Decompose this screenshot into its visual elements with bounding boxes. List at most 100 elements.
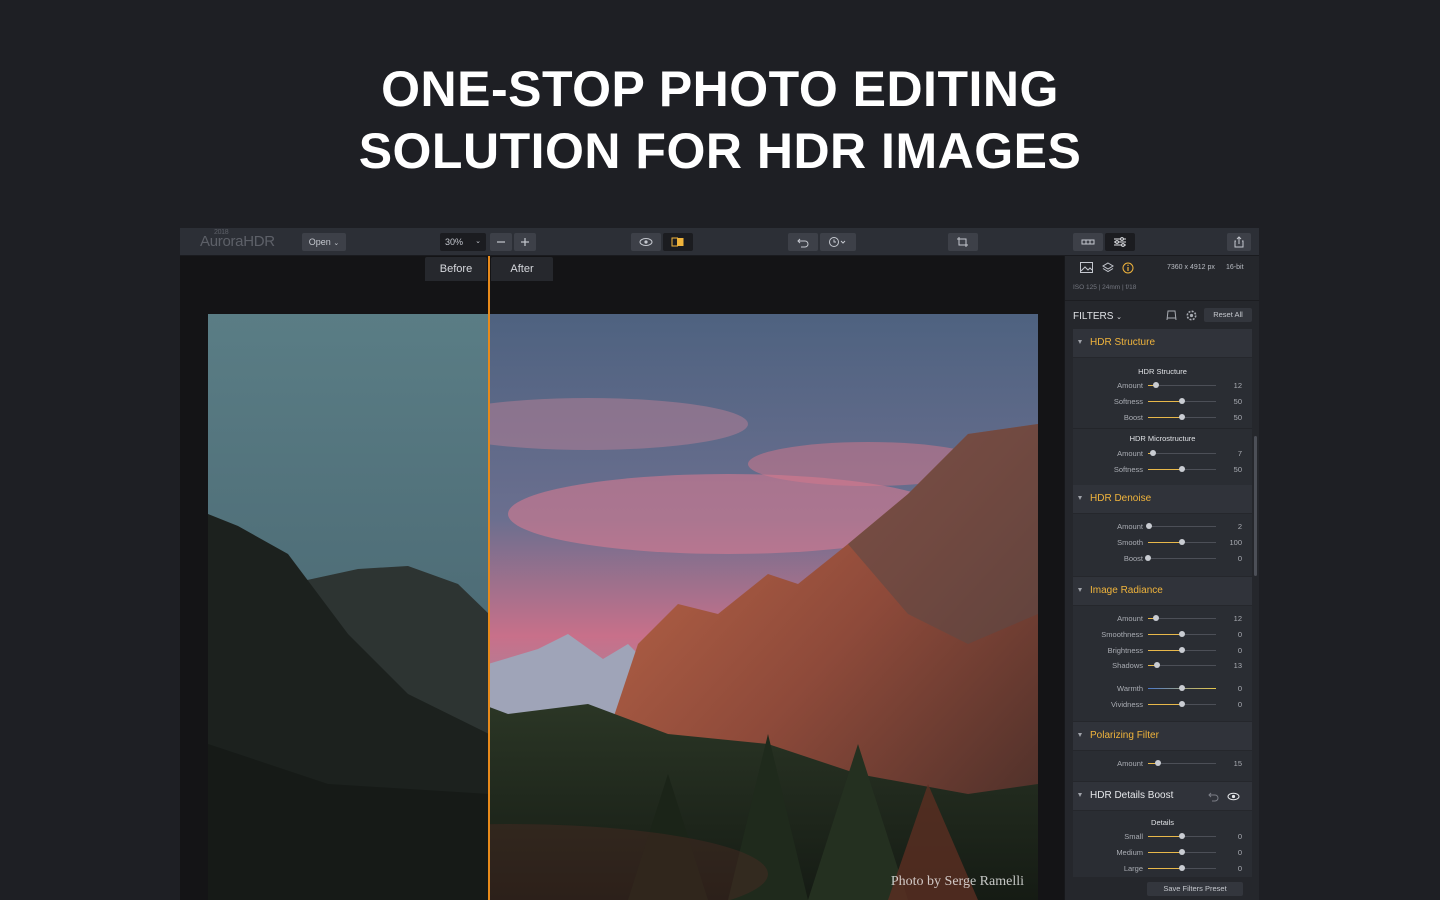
slider-structure-softness[interactable]: Softness 50 — [1073, 395, 1252, 407]
slider-details-medium[interactable]: Medium 0 — [1073, 846, 1252, 858]
filmstrip-icon — [1081, 239, 1095, 245]
slider-radiance-warmth[interactable]: Warmth 0 — [1073, 682, 1252, 694]
reset-all-button[interactable]: Reset All — [1204, 308, 1252, 322]
slider-knob[interactable] — [1179, 414, 1185, 420]
slider-knob[interactable] — [1179, 701, 1185, 707]
slider-structure-boost[interactable]: Boost 50 — [1073, 411, 1252, 423]
slider-denoise-smooth[interactable]: Smooth 100 — [1073, 536, 1252, 548]
compare-icon — [671, 237, 684, 247]
gear-icon[interactable] — [1186, 310, 1197, 321]
slider-knob[interactable] — [1149, 450, 1156, 456]
compare-divider[interactable] — [488, 256, 490, 900]
slider-value: 13 — [1233, 661, 1242, 670]
section-polarizing-header[interactable]: Polarizing Filter — [1073, 722, 1252, 750]
slider-label: Boost — [1123, 554, 1143, 563]
info-icon[interactable] — [1122, 262, 1134, 274]
slider-value: 50 — [1233, 413, 1242, 422]
adjustments-button[interactable] — [1105, 233, 1135, 251]
slider-radiance-vividness[interactable]: Vividness 0 — [1073, 698, 1252, 710]
eye-icon[interactable] — [1227, 791, 1240, 802]
slider-radiance-brightness[interactable]: Brightness 0 — [1073, 644, 1252, 656]
filmstrip-button[interactable] — [1073, 233, 1103, 251]
slider-knob[interactable] — [1179, 865, 1185, 871]
slider-knob[interactable] — [1179, 398, 1185, 404]
slider-knob[interactable] — [1179, 849, 1185, 855]
image-canvas[interactable]: Before After Photo by Serge Ramelli — [180, 256, 1064, 900]
slider-denoise-boost[interactable]: Boost 0 — [1073, 552, 1252, 564]
section-hdr-structure-header[interactable]: HDR Structure — [1073, 329, 1252, 357]
slider-details-large[interactable]: Large 0 — [1073, 862, 1252, 874]
mask-icon[interactable] — [1166, 310, 1177, 321]
zoom-in-button[interactable] — [514, 233, 536, 251]
slider-value: 0 — [1237, 646, 1242, 655]
zoom-out-icon — [497, 241, 505, 243]
slider-structure-amount[interactable]: Amount 12 — [1073, 379, 1252, 391]
open-label: Open — [308, 237, 331, 247]
compare-button[interactable] — [663, 233, 693, 251]
slider-knob[interactable] — [1153, 382, 1160, 388]
reset-icon[interactable] — [1208, 791, 1219, 802]
slider-track[interactable] — [1148, 558, 1216, 559]
slider-denoise-amount[interactable]: Amount 2 — [1073, 520, 1252, 532]
zoom-select[interactable]: 30% ⌄ — [440, 233, 486, 251]
crop-button[interactable] — [948, 233, 978, 251]
after-tab[interactable]: After — [491, 257, 553, 281]
bit-depth: 16-bit — [1226, 264, 1244, 271]
slider-knob[interactable] — [1153, 615, 1160, 621]
slider-knob[interactable] — [1179, 647, 1185, 653]
open-button[interactable]: Open ⌄ — [302, 233, 346, 251]
slider-value: 0 — [1237, 864, 1242, 873]
section-title: HDR Structure — [1090, 337, 1156, 348]
slider-knob[interactable] — [1179, 539, 1185, 545]
slider-track[interactable] — [1148, 526, 1216, 527]
section-polarizing-body: Amount 15 — [1073, 751, 1252, 781]
preview-button[interactable] — [631, 233, 661, 251]
slider-knob[interactable] — [1146, 523, 1153, 529]
crop-icon — [957, 237, 968, 247]
slider-label: Amount — [1117, 381, 1143, 390]
slider-polarizing-amount[interactable]: Amount 15 — [1073, 757, 1252, 769]
undo-button[interactable] — [788, 233, 818, 251]
slider-fill — [1148, 401, 1182, 402]
slider-knob[interactable] — [1179, 466, 1185, 472]
slider-micro-amount[interactable]: Amount 7 — [1073, 447, 1252, 459]
photo-credit: Photo by Serge Ramelli — [890, 874, 1024, 889]
chevron-down-icon: ⌄ — [333, 240, 340, 247]
slider-knob[interactable] — [1155, 760, 1162, 766]
slider-value: 0 — [1237, 630, 1242, 639]
slider-micro-softness[interactable]: Softness 50 — [1073, 463, 1252, 475]
slider-label: Brightness — [1107, 646, 1143, 655]
save-filters-preset-button[interactable]: Save Filters Preset — [1147, 882, 1243, 896]
slider-radiance-amount[interactable]: Amount 12 — [1073, 612, 1252, 624]
slider-radiance-smoothness[interactable]: Smoothness 0 — [1073, 628, 1252, 640]
app-logo: 2018 AuroraHDR — [200, 229, 275, 250]
zoom-out-button[interactable] — [490, 233, 512, 251]
before-tab[interactable]: Before — [425, 257, 487, 281]
app-window: 2018 AuroraHDR Open ⌄ 30% ⌄ Before After… — [180, 228, 1259, 900]
layers-icon[interactable] — [1102, 262, 1114, 273]
panel-scrollbar[interactable] — [1254, 436, 1257, 576]
section-image-radiance-header[interactable]: Image Radiance — [1073, 577, 1252, 605]
share-button[interactable] — [1227, 233, 1251, 251]
image-icon[interactable] — [1080, 262, 1093, 273]
slider-knob[interactable] — [1179, 833, 1185, 839]
slider-details-small[interactable]: Small 0 — [1073, 830, 1252, 842]
filters-dropdown[interactable]: FILTERS ⌄ — [1073, 311, 1122, 322]
slider-label: Softness — [1113, 397, 1143, 406]
section-details-boost-header[interactable]: HDR Details Boost — [1073, 782, 1252, 810]
slider-knob[interactable] — [1153, 662, 1160, 668]
slider-label: Softness — [1113, 465, 1143, 474]
slider-knob[interactable] — [1145, 555, 1151, 561]
slider-knob[interactable] — [1179, 631, 1185, 637]
history-button[interactable] — [820, 233, 856, 251]
slider-value: 2 — [1237, 522, 1242, 531]
slider-radiance-shadows[interactable]: Shadows 13 — [1073, 659, 1252, 671]
marketing-headline: ONE-STOP PHOTO EDITING SOLUTION FOR HDR … — [0, 58, 1440, 182]
slider-value: 0 — [1237, 684, 1242, 693]
section-hdr-denoise-body: Amount 2 Smooth 100 Boost 0 — [1073, 514, 1252, 576]
section-hdr-denoise-header[interactable]: HDR Denoise — [1073, 485, 1252, 513]
slider-track[interactable] — [1148, 453, 1216, 454]
slider-knob[interactable] — [1179, 685, 1185, 691]
exif-meta: ISO 125 | 24mm | f/18 — [1073, 284, 1137, 291]
chevron-down-icon: ⌄ — [1116, 314, 1123, 321]
